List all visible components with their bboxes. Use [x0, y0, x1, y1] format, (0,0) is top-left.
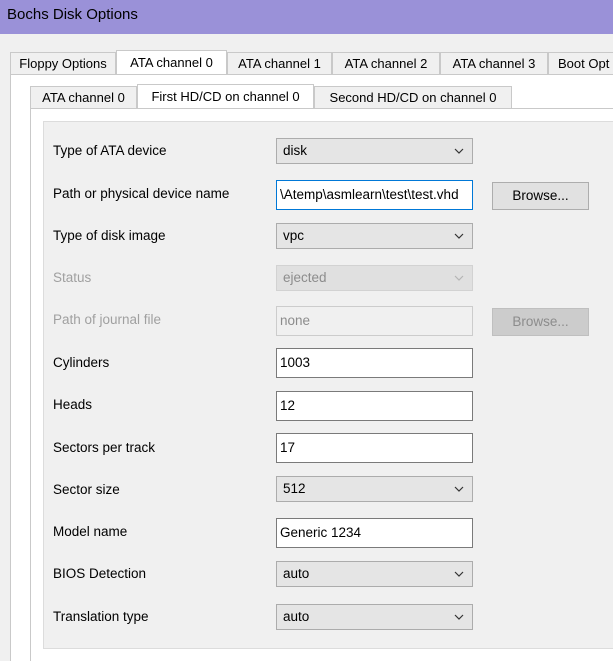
chevron-down-icon — [454, 569, 464, 579]
tab-label: ATA channel 0 — [130, 55, 213, 70]
path-input[interactable]: \Atemp\asmlearn\test\test.vhd — [276, 180, 473, 210]
bios-detection-label: BIOS Detection — [53, 566, 147, 581]
window-title-bar: Bochs Disk Options — [0, 0, 613, 34]
tab-label: Boot Opt — [558, 56, 610, 71]
journal-file-input: none — [276, 306, 473, 336]
journal-value: none — [280, 313, 311, 328]
model-name-input[interactable]: Generic 1234 — [276, 518, 473, 548]
subtab-ata-channel-0[interactable]: ATA channel 0 — [30, 86, 137, 108]
sector-size-select[interactable]: 512 — [276, 476, 473, 502]
status-select: ejected — [276, 265, 473, 291]
translation-type-select[interactable]: auto — [276, 604, 473, 630]
chevron-down-icon — [454, 273, 464, 283]
type-of-ata-device-label: Type of ATA device — [53, 143, 167, 158]
tab-label: ATA channel 1 — [238, 56, 321, 71]
type-of-disk-image-label: Type of disk image — [53, 228, 166, 243]
heads-label: Heads — [53, 397, 93, 412]
tab-ata-channel-1[interactable]: ATA channel 1 — [227, 52, 332, 74]
select-value: auto — [283, 566, 310, 581]
status-label: Status — [53, 270, 92, 285]
button-label: Browse... — [512, 314, 569, 329]
chevron-down-icon — [454, 612, 464, 622]
chevron-down-icon — [454, 231, 464, 241]
tab-label: ATA channel 2 — [344, 56, 428, 71]
browse-journal-button: Browse... — [492, 308, 589, 336]
sector-size-label: Sector size — [53, 482, 120, 497]
cylinders-input[interactable]: 1003 — [276, 348, 473, 378]
type-of-ata-device-select[interactable]: disk — [276, 138, 473, 164]
chevron-down-icon — [454, 146, 464, 156]
cylinders-value: 1003 — [280, 355, 311, 370]
tab-ata-channel-3[interactable]: ATA channel 3 — [440, 52, 548, 74]
bios-detection-select[interactable]: auto — [276, 561, 473, 587]
journal-file-label: Path of journal file — [53, 312, 162, 327]
subtab-second-hd-cd[interactable]: Second HD/CD on channel 0 — [314, 86, 512, 108]
type-of-disk-image-select[interactable]: vpc — [276, 223, 473, 249]
tab-label: ATA channel 3 — [452, 56, 536, 71]
model-name-value: Generic 1234 — [280, 525, 362, 540]
heads-input[interactable]: 12 — [276, 391, 473, 421]
cylinders-label: Cylinders — [53, 355, 110, 370]
tab-ata-channel-2[interactable]: ATA channel 2 — [332, 52, 440, 74]
path-label: Path or physical device name — [53, 186, 230, 201]
tab-ata-channel-0[interactable]: ATA channel 0 — [116, 50, 227, 74]
tab-label: Second HD/CD on channel 0 — [329, 90, 497, 105]
sectors-per-track-value: 17 — [280, 440, 296, 455]
subtab-first-hd-cd[interactable]: First HD/CD on channel 0 — [137, 84, 314, 108]
sectors-per-track-input[interactable]: 17 — [276, 433, 473, 463]
heads-value: 12 — [280, 398, 296, 413]
button-label: Browse... — [512, 188, 569, 203]
model-name-label: Model name — [53, 524, 128, 539]
chevron-down-icon — [454, 484, 464, 494]
translation-type-label: Translation type — [53, 609, 149, 624]
select-value: ejected — [283, 270, 327, 285]
tab-label: ATA channel 0 — [42, 90, 125, 105]
tab-label: First HD/CD on channel 0 — [151, 89, 300, 104]
sectors-per-track-label: Sectors per track — [53, 440, 156, 455]
select-value: vpc — [283, 228, 305, 243]
tab-floppy-options[interactable]: Floppy Options — [10, 52, 116, 74]
select-value: disk — [283, 143, 308, 158]
tab-label: Floppy Options — [19, 56, 107, 71]
select-value: 512 — [283, 481, 306, 496]
select-value: auto — [283, 609, 310, 624]
browse-path-button[interactable]: Browse... — [492, 182, 589, 210]
path-value: \Atemp\asmlearn\test\test.vhd — [280, 187, 459, 202]
window-title: Bochs Disk Options — [7, 6, 138, 23]
tab-boot-options[interactable]: Boot Opt — [548, 52, 613, 74]
